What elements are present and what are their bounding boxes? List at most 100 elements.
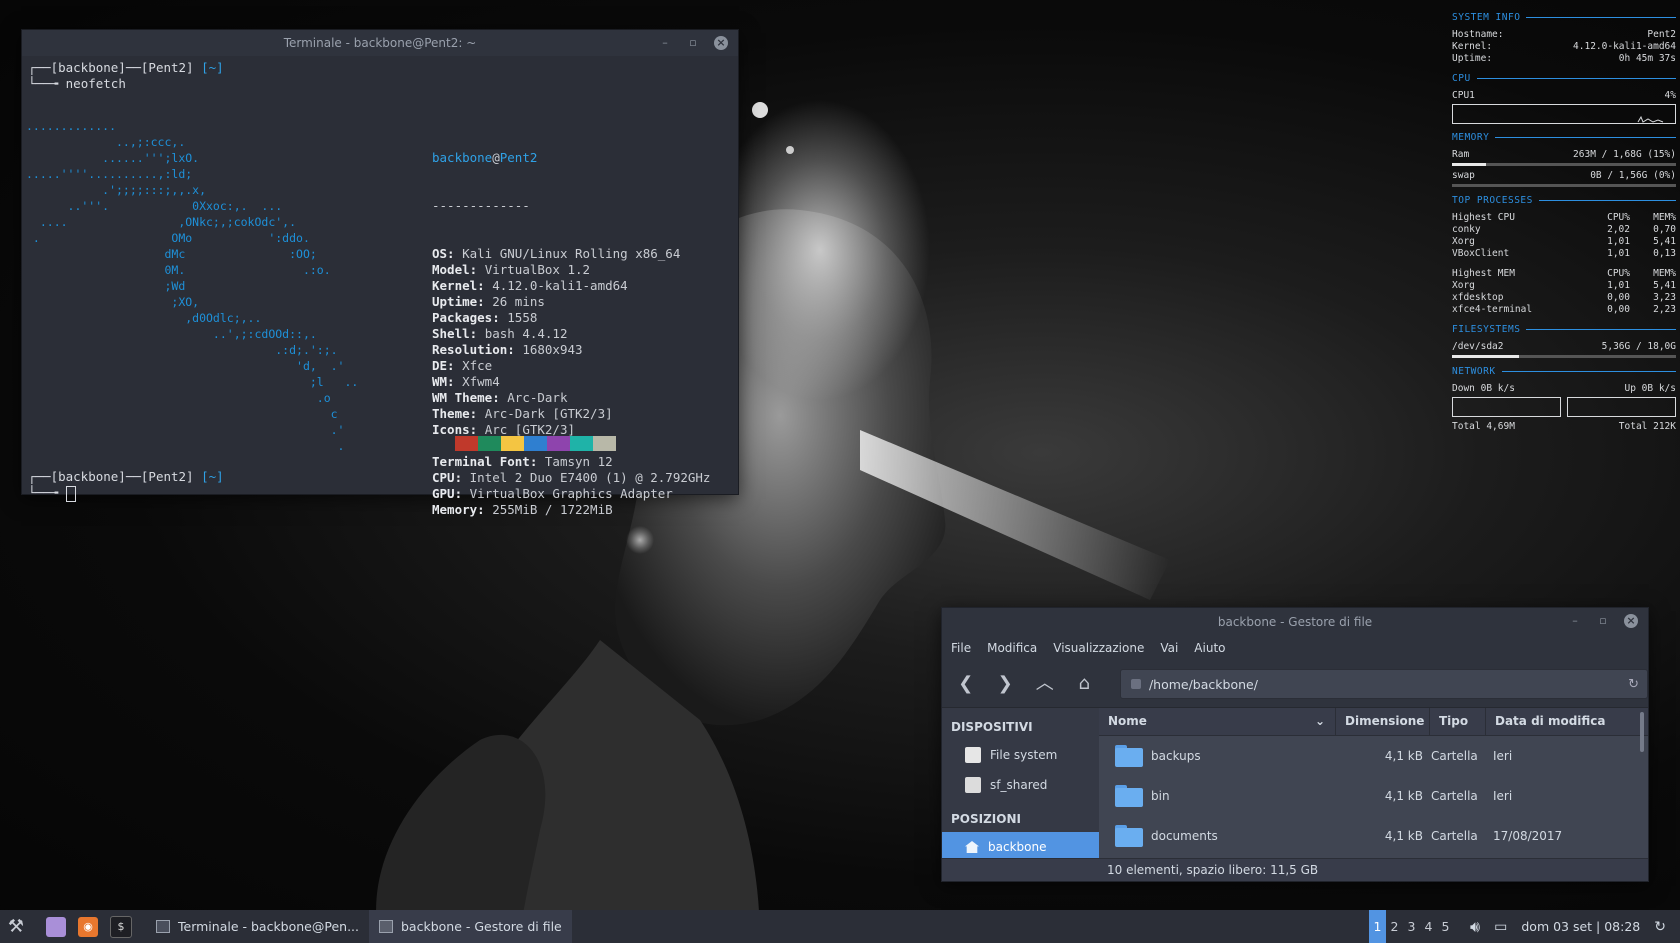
- minimize-button[interactable]: –: [658, 36, 672, 50]
- fs-bar-fill: [1452, 355, 1520, 358]
- total-down: Total 4,69M: [1452, 421, 1515, 432]
- task-file-manager[interactable]: backbone - Gestore di file: [369, 910, 572, 943]
- terminal-launcher-icon[interactable]: $: [110, 915, 132, 938]
- file-type: Cartella: [1431, 749, 1478, 763]
- maximize-button[interactable]: ▫: [1596, 614, 1610, 628]
- info-key: Model:: [432, 262, 478, 277]
- close-button[interactable]: ×: [1624, 614, 1638, 628]
- sidebar-item-label: backbone: [988, 840, 1047, 854]
- info-key: Shell:: [432, 326, 478, 341]
- info-value: VirtualBox 1.2: [484, 262, 591, 277]
- section-system-info: SYSTEM INFO: [1452, 12, 1676, 23]
- process-cell: conky: [1452, 224, 1481, 235]
- swap-bar: [1452, 184, 1676, 187]
- menu-vai[interactable]: Vai: [1160, 641, 1178, 655]
- prompt-user: [backbone]: [50, 60, 126, 75]
- info-value: Arc-Dark: [507, 390, 568, 405]
- file-manager-launcher-icon[interactable]: [46, 916, 66, 937]
- info-value: Tamsyn 12: [544, 454, 613, 469]
- workspace-3[interactable]: 3: [1403, 910, 1420, 943]
- info-line: Model: VirtualBox 1.2: [432, 262, 710, 278]
- info-value: VirtualBox Graphics Adapter: [469, 486, 673, 501]
- scrollbar[interactable]: [1640, 712, 1644, 752]
- kali-menu-icon[interactable]: ⚒: [6, 916, 26, 937]
- forward-icon[interactable]: ❯: [995, 674, 1014, 694]
- info-user: backbone: [432, 150, 493, 165]
- info-value: Intel 2 Duo E7400 (1) @ 2.792GHz: [469, 470, 711, 485]
- workspace-2[interactable]: 2: [1386, 910, 1403, 943]
- kernel-label: Kernel:: [1452, 41, 1493, 52]
- menu-file[interactable]: File: [951, 641, 971, 655]
- ram-label: Ram: [1452, 149, 1470, 160]
- back-icon[interactable]: ❮: [956, 674, 975, 694]
- close-button[interactable]: ×: [714, 36, 728, 50]
- process-cell: 5,41: [1653, 280, 1676, 291]
- file-name: bin: [1151, 789, 1170, 803]
- color-swatch: [478, 436, 501, 451]
- section-memory: MEMORY: [1452, 132, 1676, 143]
- sidebar-item-label: sf_shared: [990, 778, 1048, 792]
- process-row: conky 2,02 0,70: [1452, 224, 1676, 236]
- process-header: Highest MEM CPU% MEM%: [1452, 268, 1676, 280]
- info-separator: -------------: [432, 198, 530, 213]
- folder-icon: [1115, 745, 1143, 767]
- workspace-1[interactable]: 1: [1369, 910, 1387, 943]
- power-icon[interactable]: ↻: [1654, 919, 1666, 935]
- filesystems-heading: FILESYSTEMS: [1452, 324, 1521, 335]
- minimize-button[interactable]: –: [1568, 614, 1582, 628]
- neofetch-info: backbone@Pent2 ------------- OS: Kali GN…: [432, 118, 710, 550]
- column-type[interactable]: Tipo: [1429, 708, 1485, 735]
- info-line: Resolution: 1680x943: [432, 342, 710, 358]
- info-key: DE:: [432, 358, 455, 373]
- total-up: Total 212K: [1618, 421, 1676, 432]
- hostname-row: Hostname: Pent2: [1452, 29, 1676, 41]
- file-row[interactable]: backups 4,1 kB Cartella Ieri: [1099, 736, 1648, 776]
- section-cpu: CPU: [1452, 73, 1676, 84]
- notification-icon[interactable]: ▭: [1494, 919, 1507, 935]
- maximize-button[interactable]: ▫: [686, 36, 700, 50]
- file-manager-titlebar[interactable]: backbone - Gestore di file – ▫ ×: [942, 608, 1648, 635]
- folder-icon: [1115, 785, 1143, 807]
- workspace-5[interactable]: 5: [1437, 910, 1454, 943]
- file-date: Ieri: [1493, 789, 1513, 803]
- fs-name: /dev/sda2: [1452, 341, 1504, 352]
- menu-aiuto[interactable]: Aiuto: [1194, 641, 1225, 655]
- sidebar-item-sf-shared[interactable]: sf_shared: [942, 770, 1099, 800]
- info-host: Pent2: [499, 150, 538, 165]
- terminal-task-icon: [156, 920, 170, 933]
- file-manager-title: backbone - Gestore di file: [1217, 614, 1373, 629]
- task-terminal[interactable]: Terminale - backbone@Pen...: [146, 910, 369, 943]
- prompt-dir: [~]: [201, 469, 224, 484]
- column-name[interactable]: Nome ⌄: [1099, 708, 1335, 735]
- sort-chevron-icon: ⌄: [1314, 714, 1325, 728]
- system-info-heading: SYSTEM INFO: [1452, 12, 1521, 23]
- info-key: Icons:: [432, 422, 478, 437]
- prompt-user: [backbone]: [50, 469, 126, 484]
- column-size[interactable]: Dimensione: [1335, 708, 1429, 735]
- terminal-titlebar[interactable]: Terminale - backbone@Pent2: ~ – ▫ ×: [22, 30, 738, 56]
- sidebar-item-backbone[interactable]: backbone: [942, 832, 1099, 858]
- location-bar[interactable]: /home/backbone/ ↻: [1119, 669, 1648, 699]
- file-row[interactable]: bin 4,1 kB Cartella Ieri: [1099, 776, 1648, 816]
- column-date[interactable]: Data di modifica: [1485, 708, 1648, 735]
- reload-icon[interactable]: ↻: [1628, 677, 1639, 692]
- terminal-window[interactable]: Terminale - backbone@Pent2: ~ – ▫ × ┌──[…: [21, 29, 739, 517]
- process-cell: Highest MEM: [1452, 268, 1515, 279]
- sidebar-item-file-system[interactable]: File system: [942, 740, 1099, 770]
- firefox-launcher-icon[interactable]: ◉: [78, 916, 98, 937]
- workspace-4[interactable]: 4: [1420, 910, 1437, 943]
- info-value: 1680x943: [522, 342, 583, 357]
- menu-visualizzazione[interactable]: Visualizzazione: [1053, 641, 1144, 655]
- up-icon[interactable]: ︿: [1035, 674, 1054, 694]
- prompt-host: [Pent2]: [140, 469, 194, 484]
- home-icon[interactable]: ⌂: [1074, 674, 1093, 694]
- file-row[interactable]: documents 4,1 kB Cartella 17/08/2017: [1099, 816, 1648, 856]
- info-line: Packages: 1558: [432, 310, 710, 326]
- clock[interactable]: dom 03 set | 08:28: [1521, 919, 1640, 934]
- file-manager-window[interactable]: backbone - Gestore di file – ▫ × File Mod…: [941, 607, 1649, 882]
- info-value: bash 4.4.12: [484, 326, 568, 341]
- process-cell: MEM%: [1653, 268, 1676, 279]
- volume-icon[interactable]: 🔊︎: [1470, 917, 1480, 937]
- top-processes-heading: TOP PROCESSES: [1452, 195, 1533, 206]
- menu-modifica[interactable]: Modifica: [987, 641, 1037, 655]
